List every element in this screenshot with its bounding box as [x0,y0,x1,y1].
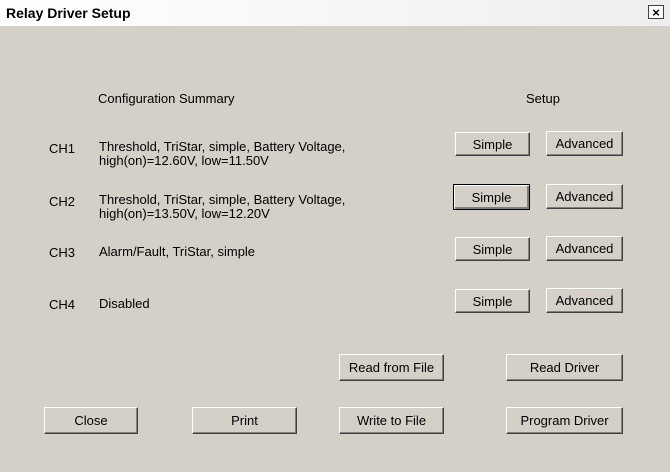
ch1-summary-line1: Threshold, TriStar, simple, Battery Volt… [99,139,346,154]
ch3-summary: Alarm/Fault, TriStar, simple [99,245,255,259]
ch3-label: CH3 [49,245,76,260]
close-window-icon[interactable]: × [648,5,664,19]
read-from-file-button[interactable]: Read from File [339,354,444,381]
ch4-summary-line1: Disabled [99,296,150,311]
read-driver-button[interactable]: Read Driver [506,354,623,381]
dialog-body: Configuration Summary Setup CH1 Threshol… [9,29,665,469]
ch2-simple-button[interactable]: Simple [453,184,530,210]
configuration-summary-header: Configuration Summary [98,91,235,106]
ch4-summary: Disabled [99,297,150,311]
title-bar[interactable]: Relay Driver Setup × [0,0,670,26]
ch1-simple-button[interactable]: Simple [455,132,530,156]
ch1-summary-line2: high(on)=12.60V, low=11.50V [99,153,269,168]
ch3-advanced-button[interactable]: Advanced [546,236,623,261]
ch2-advanced-button[interactable]: Advanced [546,184,623,209]
close-button[interactable]: Close [44,407,138,434]
ch1-summary: Threshold, TriStar, simple, Battery Volt… [99,140,345,168]
ch2-summary-line1: Threshold, TriStar, simple, Battery Volt… [99,192,346,207]
setup-header: Setup [526,91,560,106]
print-button[interactable]: Print [192,407,297,434]
window-title: Relay Driver Setup [6,5,131,21]
ch2-label: CH2 [49,194,76,209]
program-driver-button[interactable]: Program Driver [506,407,623,434]
write-to-file-button[interactable]: Write to File [339,407,444,434]
ch2-summary: Threshold, TriStar, simple, Battery Volt… [99,193,345,221]
ch1-label: CH1 [49,141,76,156]
ch4-advanced-button[interactable]: Advanced [546,288,623,313]
ch1-advanced-button[interactable]: Advanced [546,131,623,156]
ch2-summary-line2: high(on)=13.50V, low=12.20V [99,206,270,221]
ch3-summary-line1: Alarm/Fault, TriStar, simple [99,244,256,259]
ch3-simple-button[interactable]: Simple [455,237,530,261]
relay-driver-setup-window: Relay Driver Setup × Configuration Summa… [0,0,670,472]
ch4-simple-button[interactable]: Simple [455,289,530,313]
ch4-label: CH4 [49,297,76,312]
